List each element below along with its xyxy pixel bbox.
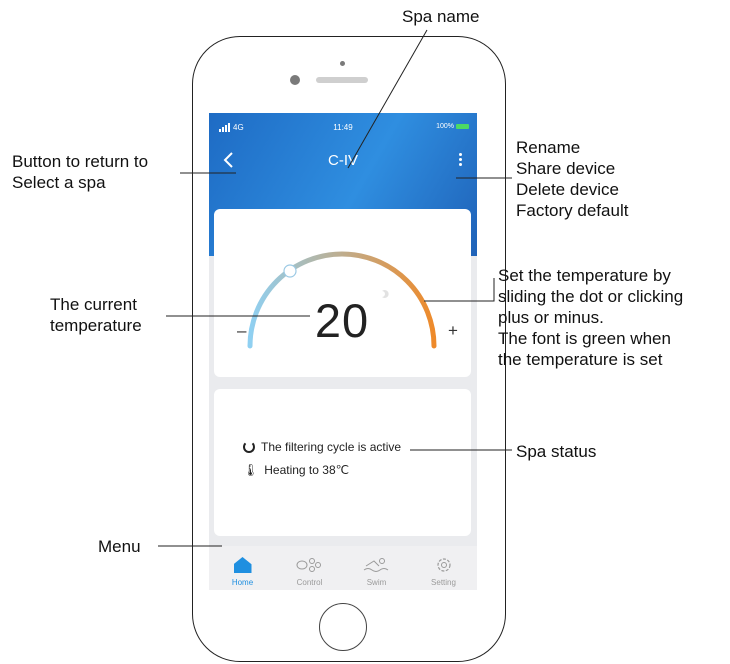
swim-icon bbox=[363, 558, 388, 572]
more-dot bbox=[458, 163, 462, 166]
bottom-menu: Home Control Swim Setting bbox=[209, 546, 477, 590]
status-text: The filtering cycle is active bbox=[261, 440, 402, 454]
label-line: temperature bbox=[50, 316, 142, 335]
label-line: Factory default bbox=[516, 201, 629, 220]
label-line: The font is green when bbox=[498, 329, 671, 348]
nav-label: Control bbox=[296, 578, 323, 587]
home-icon bbox=[233, 557, 252, 573]
spa-name-title: C-IV bbox=[328, 152, 358, 169]
app-screen: 4G 11:49 100% C-IV 20 – + The filtering … bbox=[209, 113, 477, 590]
status-item-heating: 🌡 Heating to 38℃ bbox=[243, 463, 349, 477]
nav-item-control[interactable]: Control bbox=[276, 546, 343, 590]
label-line: the temperature is set bbox=[498, 350, 663, 369]
current-temperature: 20 bbox=[314, 294, 370, 347]
nav-label: Swim bbox=[366, 578, 387, 587]
gear-icon bbox=[436, 558, 451, 572]
filter-cycle-icon bbox=[243, 441, 255, 453]
temperature-dial[interactable] bbox=[214, 209, 471, 377]
label-line: Button to return to bbox=[12, 152, 149, 171]
earpiece-speaker bbox=[316, 77, 368, 83]
label-back-button: Button to return to Select a spa bbox=[12, 151, 148, 193]
label-line: Rename bbox=[516, 138, 581, 157]
nav-item-swim[interactable]: Swim bbox=[343, 546, 410, 590]
label-line: Share device bbox=[516, 159, 616, 178]
battery-indicator: 100% bbox=[436, 123, 469, 130]
label-set-temperature: Set the temperature by sliding the dot o… bbox=[498, 265, 683, 370]
label-spa-status: Spa status bbox=[516, 442, 597, 461]
more-dot bbox=[458, 158, 462, 161]
nav-label: Setting bbox=[431, 578, 456, 587]
thermometer-icon: 🌡 bbox=[243, 463, 259, 477]
decrease-temperature-button[interactable]: – bbox=[237, 321, 246, 341]
label-line: sliding the dot or clicking bbox=[498, 287, 684, 306]
label-menu: Menu bbox=[98, 537, 141, 556]
increase-temperature-button[interactable]: + bbox=[448, 321, 458, 341]
proximity-sensor bbox=[340, 61, 345, 66]
status-item-filtering: The filtering cycle is active bbox=[243, 440, 401, 454]
mode-moon-icon bbox=[382, 290, 389, 298]
label-spa-name: Spa name bbox=[402, 7, 480, 26]
temperature-slider-dot[interactable] bbox=[283, 264, 297, 278]
spa-status-card: The filtering cycle is active 🌡 Heating … bbox=[214, 389, 471, 536]
more-dot bbox=[458, 153, 462, 156]
status-text: Heating to 38℃ bbox=[264, 463, 350, 477]
temperature-card: 20 – + bbox=[214, 209, 471, 377]
nav-item-home[interactable]: Home bbox=[209, 546, 276, 590]
front-camera bbox=[290, 75, 300, 85]
label-current-temperature: The current temperature bbox=[50, 294, 142, 336]
battery-label: 100% bbox=[436, 123, 454, 130]
battery-icon bbox=[456, 124, 469, 129]
label-line: plus or minus. bbox=[498, 308, 604, 327]
label-line: The current bbox=[50, 295, 137, 314]
label-line: Set the temperature by bbox=[498, 266, 671, 285]
nav-item-setting[interactable]: Setting bbox=[410, 546, 477, 590]
label-line: Delete device bbox=[516, 180, 620, 199]
label-line: Select a spa bbox=[12, 173, 106, 192]
more-menu-button[interactable] bbox=[453, 151, 467, 173]
home-hardware-button[interactable] bbox=[319, 603, 367, 651]
nav-label: Home bbox=[231, 578, 254, 587]
control-icon bbox=[296, 558, 321, 572]
label-menu-options: Rename Share device Delete device Factor… bbox=[516, 137, 628, 221]
